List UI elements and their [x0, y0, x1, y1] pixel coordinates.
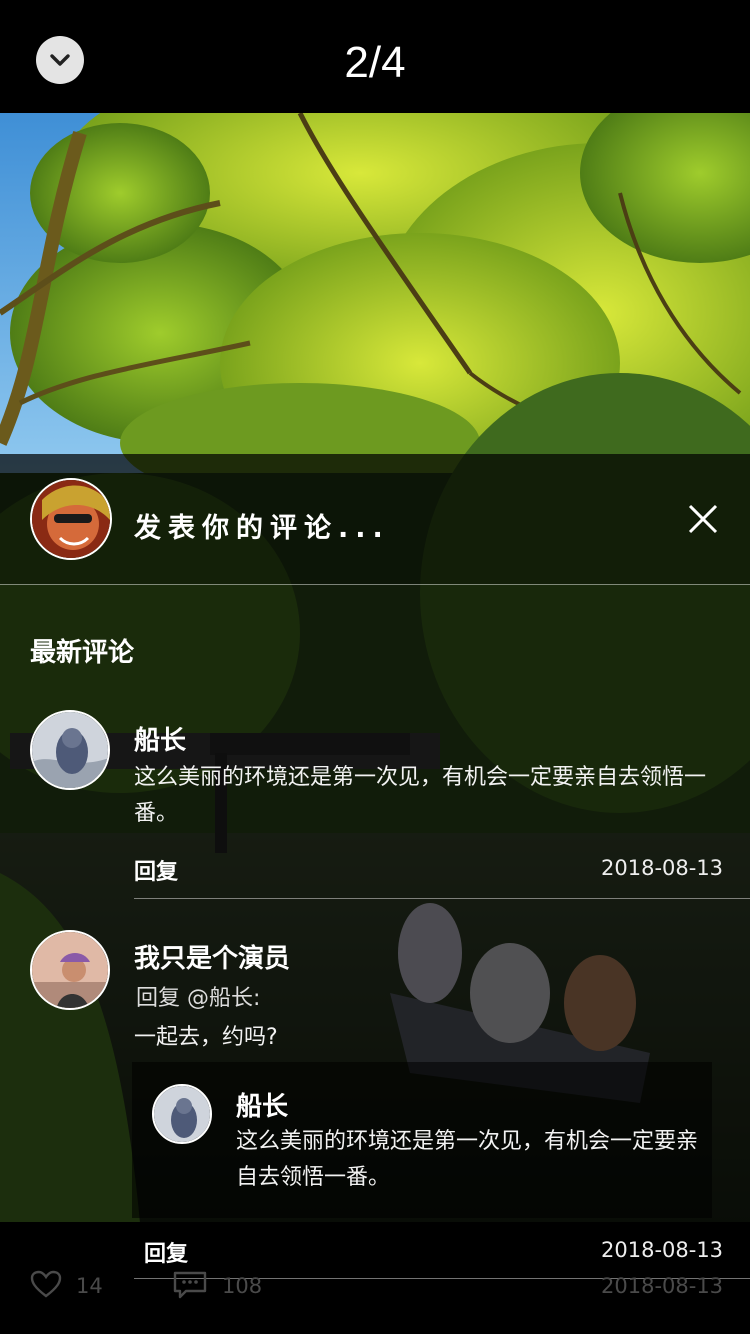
bottom-bar: 回复 2018-08-13 14 108 2018-08-13: [0, 1222, 750, 1334]
comment-date: 2018-08-13: [601, 1238, 724, 1262]
avatar: [152, 1084, 212, 1144]
top-bar: 2/4: [0, 0, 750, 113]
comment-input-placeholder[interactable]: 发表你的评论...: [134, 506, 390, 545]
post-date: 2018-08-13: [601, 1274, 724, 1298]
page-indicator: 2/4: [344, 38, 406, 87]
comment-icon[interactable]: [172, 1270, 208, 1300]
reply-to-label: 回复 @船长:: [136, 986, 261, 1011]
latest-comments-heading: 最新评论: [30, 638, 135, 668]
avatar[interactable]: [30, 930, 110, 1010]
divider: [134, 898, 750, 899]
reply-button[interactable]: 回复: [144, 1236, 188, 1268]
comment-author[interactable]: 船长: [134, 720, 186, 757]
like-count: 14: [76, 1274, 103, 1298]
divider: [0, 584, 750, 585]
comment-author[interactable]: 我只是个演员: [134, 938, 290, 975]
current-user-avatar: [30, 478, 112, 560]
quoted-comment: 船长 这么美丽的环境还是第一次见，有机会一定要亲自去领悟一番。: [132, 1062, 712, 1218]
comment-count: 108: [222, 1274, 263, 1298]
comment-text: 这么美丽的环境还是第一次见，有机会一定要亲自去领悟一番。: [134, 765, 707, 826]
comment-text: 一起去，约吗?: [134, 1025, 278, 1050]
quoted-author: 船长: [236, 1092, 289, 1122]
comment-date: 2018-08-13: [601, 856, 724, 880]
reply-button[interactable]: 回复: [134, 854, 178, 886]
quoted-text: 这么美丽的环境还是第一次见，有机会一定要亲自去领悟一番。: [236, 1129, 699, 1190]
comment-panel: 发表你的评论... 最新评论 船长 这么美丽的环境还是第一次见，有机会一定要亲自…: [0, 454, 750, 1222]
close-icon[interactable]: [686, 502, 720, 536]
heart-icon[interactable]: [30, 1270, 62, 1298]
comment-compose-bar[interactable]: 发表你的评论...: [0, 454, 750, 584]
avatar[interactable]: [30, 710, 110, 790]
